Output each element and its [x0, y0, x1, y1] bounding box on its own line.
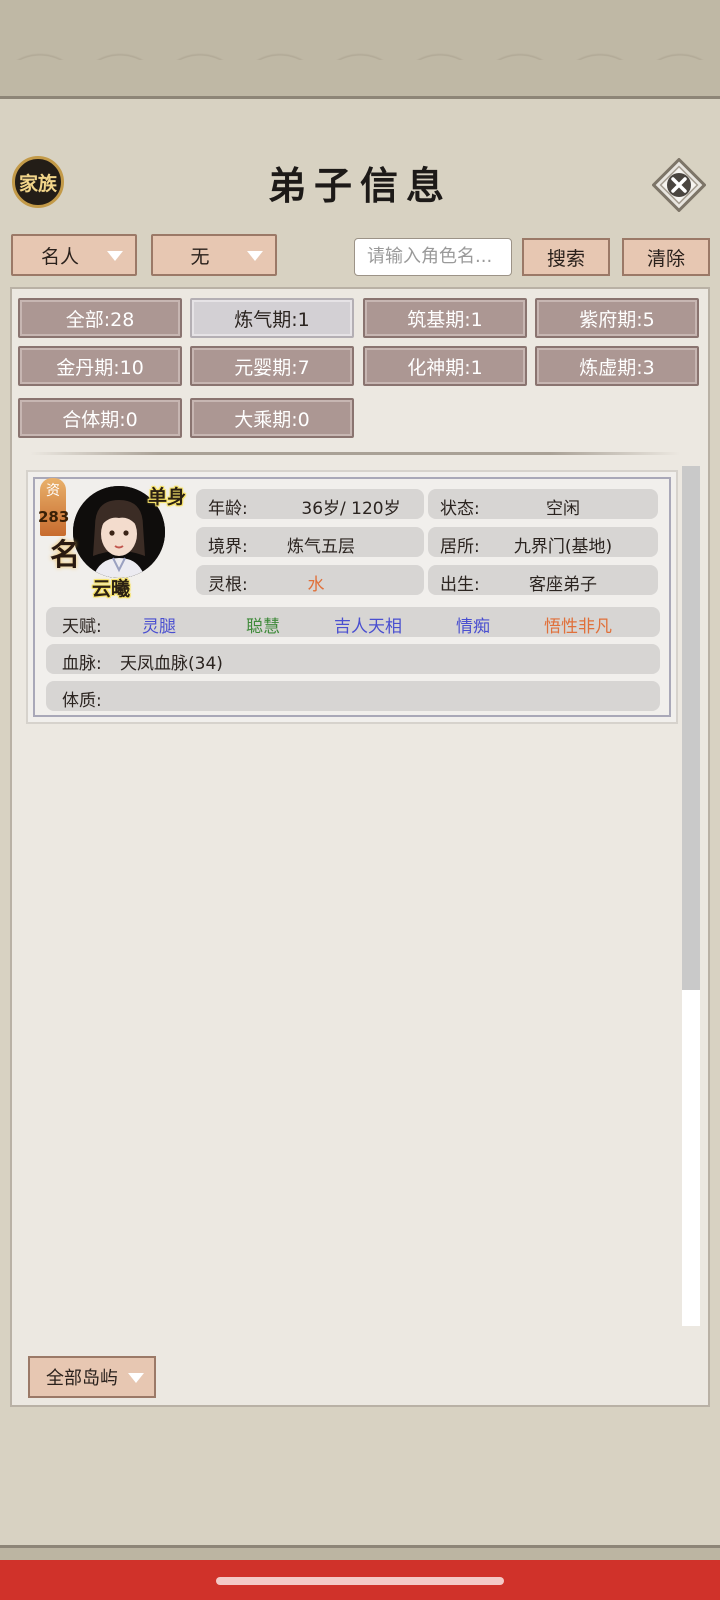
spirit-root-field: 灵根: 水	[196, 565, 424, 595]
top-decoration	[0, 0, 720, 100]
status-field: 状态: 空闲	[428, 489, 658, 519]
status-label: 状态:	[440, 499, 480, 519]
clear-button[interactable]: 清除	[622, 238, 710, 276]
search-input[interactable]: 请输入角色名...	[354, 238, 512, 276]
marital-status: 单身	[148, 486, 187, 508]
physique-label: 体质:	[62, 691, 102, 711]
island-dropdown-label: 全部岛屿	[46, 1368, 118, 1389]
root-label: 灵根:	[208, 575, 248, 595]
filter-lianxu[interactable]: 炼虚期:3	[535, 346, 699, 386]
talent-item[interactable]: 情痴	[456, 612, 490, 637]
bloodline-label: 血脉:	[62, 654, 102, 674]
home-indicator[interactable]	[216, 1577, 504, 1585]
root-value: 水	[307, 575, 325, 595]
birth-label: 出生:	[440, 575, 480, 595]
secondary-dropdown[interactable]: 无	[151, 234, 277, 276]
bloodline-row: 血脉: 天凤血脉(34)	[46, 644, 660, 674]
chevron-down-icon	[247, 251, 263, 261]
search-button[interactable]: 搜索	[522, 238, 610, 276]
aptitude-label: 资	[46, 483, 60, 499]
close-icon[interactable]	[652, 158, 706, 212]
age-value: 36岁/ 120岁	[301, 499, 401, 519]
filter-dacheng[interactable]: 大乘期:0	[190, 398, 354, 438]
chevron-down-icon	[107, 251, 123, 261]
filter-huashen[interactable]: 化神期:1	[363, 346, 527, 386]
page-title: 弟子信息	[267, 163, 452, 208]
physique-row: 体质:	[46, 681, 660, 711]
main-panel	[10, 287, 710, 1407]
talent-item[interactable]: 悟性非凡	[544, 612, 612, 637]
residence-label: 居所:	[440, 537, 480, 557]
residence-field: 居所: 九界门(基地)	[428, 527, 658, 557]
secondary-dropdown-label: 无	[190, 245, 210, 268]
talent-row: 天赋: 灵腿 聪慧 吉人天相 情痴 悟性非凡	[46, 607, 660, 637]
filter-all[interactable]: 全部:28	[18, 298, 182, 338]
disciple-name: 云曦	[92, 578, 131, 600]
talent-item[interactable]: 灵腿	[142, 612, 176, 637]
category-dropdown-label: 名人	[40, 245, 79, 268]
chevron-down-icon	[128, 1373, 144, 1383]
fame-mark: 名	[50, 538, 80, 573]
birth-value: 客座弟子	[529, 575, 597, 595]
filter-lianqi[interactable]: 炼气期:1	[190, 298, 354, 338]
filter-heti[interactable]: 合体期:0	[18, 398, 182, 438]
talent-label: 天赋:	[62, 617, 102, 637]
filter-zifu[interactable]: 紫府期:5	[535, 298, 699, 338]
aptitude-value: 283	[38, 508, 70, 526]
aptitude-badge: 资	[40, 478, 66, 536]
age-field: 年龄: 36岁/ 120岁	[196, 489, 424, 519]
birth-field: 出生: 客座弟子	[428, 565, 658, 595]
residence-value: 九界门(基地)	[513, 537, 613, 557]
filter-jindan[interactable]: 金丹期:10	[18, 346, 182, 386]
realm-value: 炼气五层	[287, 537, 355, 557]
category-dropdown[interactable]: 名人	[11, 234, 137, 276]
divider	[30, 452, 680, 455]
bloodline-value: 天凤血脉(34)	[120, 654, 223, 674]
avatar[interactable]: 资 283 名 单身 云曦	[38, 478, 190, 600]
filter-zhuji[interactable]: 筑基期:1	[363, 298, 527, 338]
talent-item[interactable]: 聪慧	[246, 612, 280, 637]
filter-yuanying[interactable]: 元婴期:7	[190, 346, 354, 386]
realm-field: 境界: 炼气五层	[196, 527, 424, 557]
age-label: 年龄:	[208, 499, 248, 519]
scrollbar-thumb[interactable]	[682, 466, 700, 990]
talent-item[interactable]: 吉人天相	[334, 612, 402, 637]
realm-label: 境界:	[208, 537, 248, 557]
status-value: 空闲	[546, 499, 580, 519]
island-dropdown[interactable]: 全部岛屿	[28, 1356, 156, 1398]
